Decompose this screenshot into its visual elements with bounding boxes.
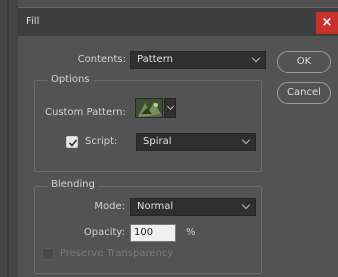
check-icon [68, 139, 78, 147]
pattern-swatch[interactable] [135, 98, 163, 118]
close-icon: × [321, 15, 333, 30]
pattern-picker-button[interactable] [164, 98, 176, 118]
mode-label: Mode: [94, 201, 125, 212]
cancel-button[interactable]: Cancel [277, 82, 331, 104]
script-dropdown[interactable]: Spiral [136, 133, 256, 151]
fill-dialog: Fill × Contents: Pattern OK Cancel Optio… [18, 7, 338, 277]
dialog-title: Fill [26, 16, 40, 27]
mode-value: Normal [137, 201, 174, 212]
contents-dropdown[interactable]: Pattern [130, 51, 266, 69]
close-button[interactable]: × [316, 12, 338, 34]
options-title: Options [48, 74, 93, 85]
options-group [34, 80, 262, 172]
panel-divider [7, 0, 9, 277]
custom-pattern-label: Custom Pattern: [45, 107, 126, 118]
chevron-down-icon [251, 53, 261, 63]
opacity-label: Opacity: [83, 227, 125, 238]
opacity-unit: % [186, 227, 196, 238]
mode-dropdown[interactable]: Normal [130, 198, 256, 216]
title-bar[interactable]: Fill × [18, 8, 338, 36]
contents-label: Contents: [77, 54, 126, 65]
preserve-transparency-label: Preserve Transparency [60, 248, 174, 259]
contents-value: Pattern [137, 54, 173, 65]
chevron-down-icon [241, 135, 251, 145]
chevron-down-icon [166, 102, 175, 111]
script-value: Spiral [143, 136, 172, 147]
script-label: Script: [85, 136, 118, 147]
opacity-input[interactable]: 100 [130, 224, 176, 242]
pattern-thumbnail [136, 99, 162, 117]
blending-title: Blending [48, 179, 98, 190]
ok-button[interactable]: OK [277, 51, 331, 73]
background-panel [0, 0, 18, 277]
preserve-transparency-checkbox[interactable] [42, 248, 54, 260]
chevron-down-icon [241, 200, 251, 210]
script-checkbox[interactable] [66, 136, 78, 148]
